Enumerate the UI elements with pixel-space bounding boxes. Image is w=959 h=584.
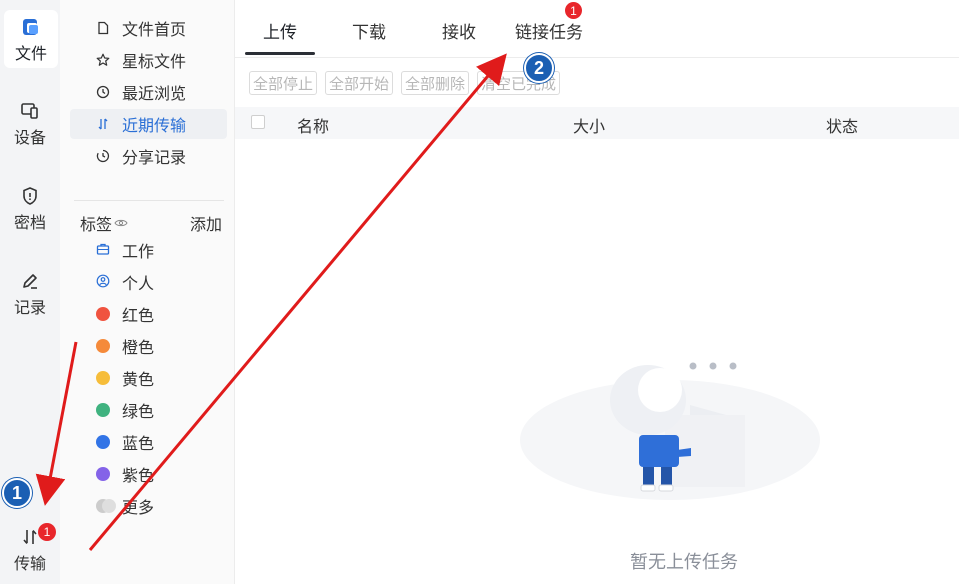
devices-icon <box>19 100 41 122</box>
tag-label: 更多 <box>122 498 155 517</box>
person-icon <box>96 273 110 292</box>
star-icon <box>96 53 110 67</box>
tags-title: 标签 <box>80 215 113 234</box>
tab-upload[interactable]: 上传 <box>263 18 297 43</box>
tab-download[interactable]: 下载 <box>352 18 386 43</box>
empty-state-text: 暂无上传任务 <box>630 552 738 573</box>
nav-label: 最近浏览 <box>122 84 187 103</box>
rail-label-transfer: 传输 <box>13 554 46 573</box>
delete-all-button[interactable]: 全部删除 <box>401 71 470 95</box>
tag-label: 工作 <box>122 242 155 261</box>
yellow-dot-icon <box>96 371 110 385</box>
red-dot-icon <box>96 307 110 321</box>
tag-item-blue[interactable]: 蓝色 <box>70 427 227 457</box>
file-sidebar: 文件首页 星标文件 最近浏览 近期传输 分享记录 标签 添加 工作 个人 红色 <box>60 0 235 584</box>
nav-item-recent-transfers[interactable]: 近期传输 <box>70 109 227 139</box>
transfer-icon <box>96 117 110 131</box>
tag-label: 黄色 <box>122 370 155 389</box>
tag-label: 绿色 <box>122 402 155 421</box>
tag-label: 橙色 <box>122 338 155 357</box>
start-all-button[interactable]: 全部开始 <box>325 71 394 95</box>
tag-item-work[interactable]: 工作 <box>70 235 227 265</box>
rail-item-files[interactable]: 文件 <box>4 10 58 68</box>
file-app-icon <box>20 16 42 38</box>
tag-item-red[interactable]: 红色 <box>70 299 227 329</box>
nav-label: 文件首页 <box>122 20 187 39</box>
more-dot-icon <box>102 499 116 513</box>
rail-label-files: 文件 <box>14 44 47 63</box>
transfer-badge: 1 <box>38 523 56 541</box>
tab-receive[interactable]: 接收 <box>442 18 476 43</box>
step-marker-2: 2 <box>524 53 554 83</box>
rail-label-vault: 密档 <box>13 213 46 232</box>
share-history-icon <box>96 149 110 163</box>
sidebar-divider <box>74 200 224 201</box>
document-icon <box>96 21 110 35</box>
tag-item-green[interactable]: 绿色 <box>70 395 227 425</box>
rail-item-transfer[interactable]: 传输 1 <box>0 523 60 578</box>
empty-state-illustration <box>515 340 825 500</box>
column-name[interactable]: 名称 <box>297 113 329 137</box>
rail-label-devices: 设备 <box>13 128 46 147</box>
green-dot-icon <box>96 403 110 417</box>
rail-label-records: 记录 <box>13 298 46 317</box>
tag-item-yellow[interactable]: 黄色 <box>70 363 227 393</box>
transfer-panel: 上传 下载 接收 链接任务 1 全部停止 全部开始 全部删除 清空已完成 名称 … <box>235 0 959 584</box>
select-all-checkbox[interactable] <box>251 115 265 129</box>
nav-item-file-home[interactable]: 文件首页 <box>70 13 227 43</box>
orange-dot-icon <box>96 339 110 353</box>
tag-item-personal[interactable]: 个人 <box>70 267 227 297</box>
tags-header: 标签 添加 <box>80 211 222 235</box>
tag-label: 紫色 <box>122 466 155 485</box>
nav-item-share-history[interactable]: 分享记录 <box>70 141 227 171</box>
nav-label: 星标文件 <box>122 52 187 71</box>
transfer-toolbar: 全部停止 全部开始 全部删除 清空已完成 <box>249 71 561 95</box>
transfer-tabs: 上传 下载 接收 链接任务 1 <box>235 0 959 58</box>
nav-item-starred[interactable]: 星标文件 <box>70 45 227 75</box>
column-status[interactable]: 状态 <box>826 113 858 137</box>
clock-icon <box>96 85 110 99</box>
tag-item-purple[interactable]: 紫色 <box>70 459 227 489</box>
rail-item-vault[interactable]: 密档 <box>0 185 60 237</box>
purple-dot-icon <box>96 467 110 481</box>
tag-item-more[interactable]: 更多 <box>70 491 227 521</box>
tab-link-tasks[interactable]: 链接任务 <box>515 18 583 43</box>
tags-add-button[interactable]: 添加 <box>190 211 222 235</box>
column-size[interactable]: 大小 <box>573 113 605 137</box>
blue-dot-icon <box>96 435 110 449</box>
tag-label: 蓝色 <box>122 434 155 453</box>
nav-label: 分享记录 <box>122 148 187 167</box>
link-tasks-badge: 1 <box>565 2 582 19</box>
briefcase-icon <box>96 241 110 260</box>
shield-icon <box>19 185 41 207</box>
tag-label: 红色 <box>122 306 155 325</box>
pencil-icon <box>19 270 41 292</box>
stop-all-button[interactable]: 全部停止 <box>249 71 318 95</box>
tag-item-orange[interactable]: 橙色 <box>70 331 227 361</box>
tag-label: 个人 <box>122 274 155 293</box>
nav-item-recent[interactable]: 最近浏览 <box>70 77 227 107</box>
nav-label: 近期传输 <box>122 116 187 135</box>
table-header: 名称 大小 状态 <box>235 107 959 139</box>
active-tab-underline <box>245 52 315 55</box>
rail-item-devices[interactable]: 设备 <box>0 100 60 152</box>
step-marker-1: 1 <box>2 478 32 508</box>
eye-icon[interactable] <box>114 218 128 228</box>
rail-item-records[interactable]: 记录 <box>0 270 60 322</box>
